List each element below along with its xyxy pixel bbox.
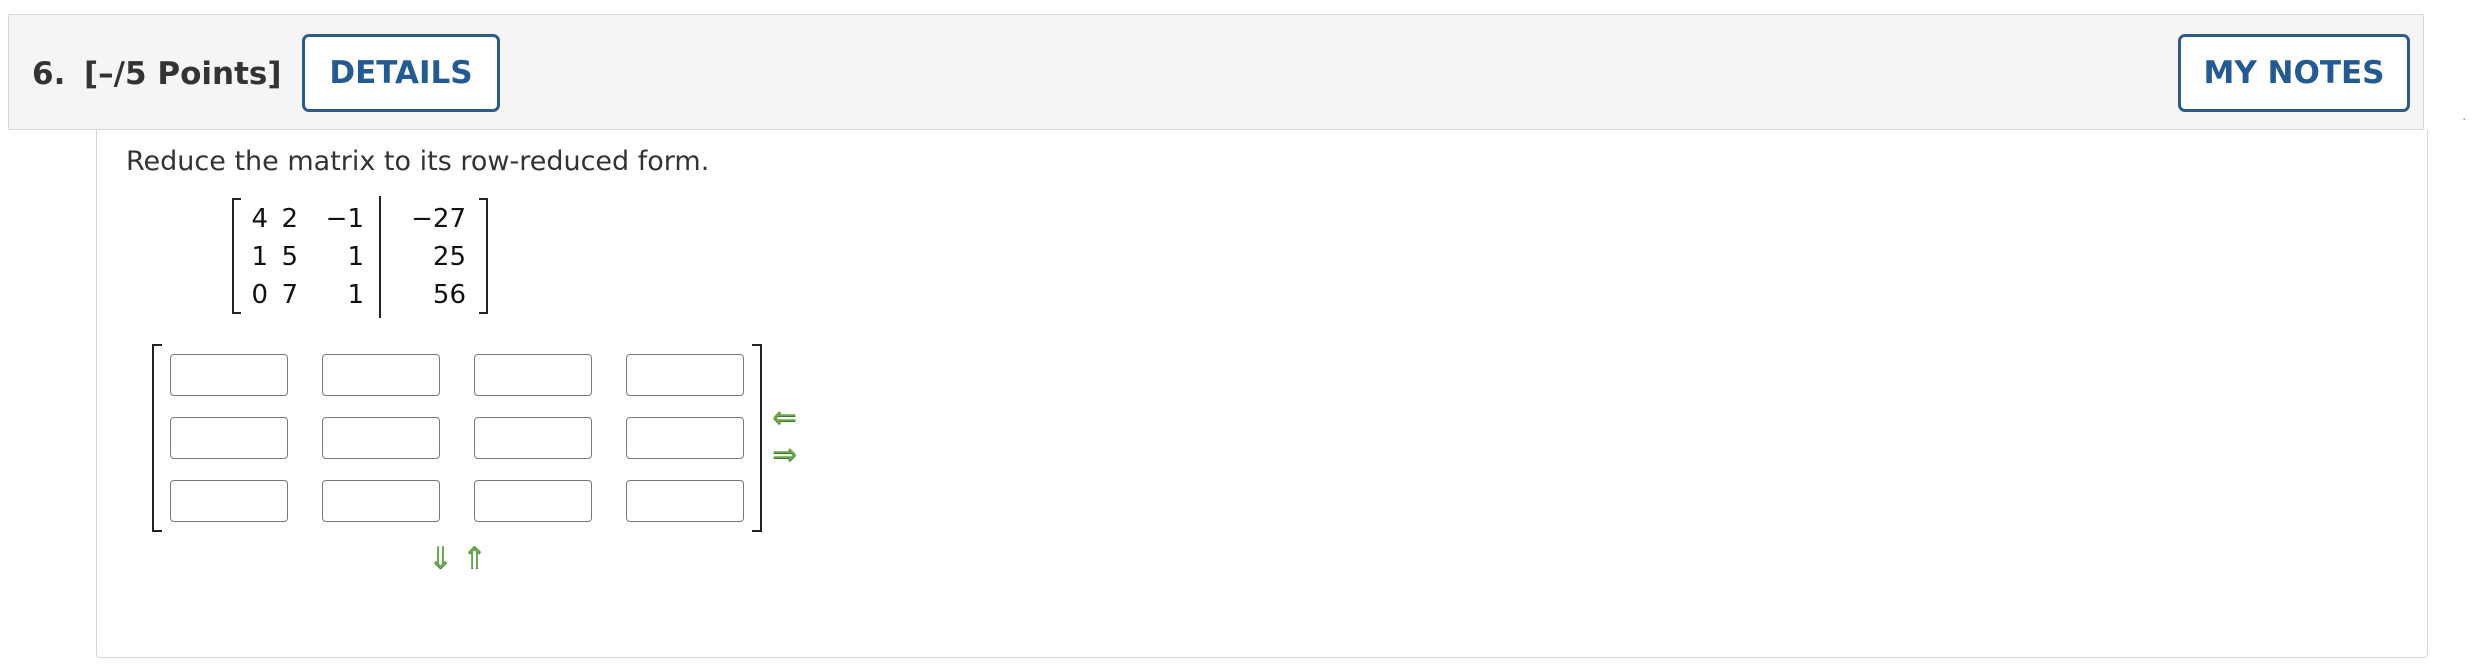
augment-divider bbox=[379, 196, 381, 318]
answer-cell-r3c4[interactable] bbox=[626, 480, 744, 522]
answer-matrix-left-bracket bbox=[152, 344, 162, 532]
question-number: 6. bbox=[32, 56, 66, 92]
arrow-right-icon[interactable]: ⇒ bbox=[772, 440, 797, 470]
answer-cell-r2c4[interactable] bbox=[626, 417, 744, 459]
answer-cell-r3c2[interactable] bbox=[322, 480, 440, 522]
answer-cell-r2c1[interactable] bbox=[170, 417, 288, 459]
answer-cell-r1c4[interactable] bbox=[626, 354, 744, 396]
my-notes-button[interactable]: MY NOTES bbox=[2178, 34, 2410, 112]
matrix-cell: 2 bbox=[281, 204, 298, 234]
answer-cell-r1c2[interactable] bbox=[322, 354, 440, 396]
matrix-cell: 7 bbox=[281, 280, 298, 310]
matrix-cell: 25 bbox=[432, 242, 466, 272]
arrow-left-icon[interactable]: ⇐ bbox=[772, 403, 797, 433]
question-points: [–/5 Points] bbox=[84, 56, 282, 92]
given-matrix: 4 2 −1 −27 1 5 1 25 0 7 1 56 bbox=[232, 196, 488, 318]
answer-matrix-right-bracket bbox=[752, 344, 762, 532]
answer-cell-r3c3[interactable] bbox=[474, 480, 592, 522]
matrix-cell: 1 bbox=[347, 242, 364, 272]
answer-cell-r3c1[interactable] bbox=[170, 480, 288, 522]
edge-artifact: · bbox=[2462, 112, 2467, 128]
arrow-down-icon[interactable]: ⇓ bbox=[428, 544, 453, 574]
question-prompt: Reduce the matrix to its row-reduced for… bbox=[126, 146, 710, 177]
details-button[interactable]: DETAILS bbox=[302, 34, 500, 112]
arrow-up-icon[interactable]: ⇑ bbox=[462, 544, 487, 574]
matrix-cell: 56 bbox=[432, 280, 466, 310]
answer-cell-r1c1[interactable] bbox=[170, 354, 288, 396]
matrix-cell: 5 bbox=[281, 242, 298, 272]
matrix-cell: 1 bbox=[347, 280, 364, 310]
answer-cell-r2c3[interactable] bbox=[474, 417, 592, 459]
answer-cell-r1c3[interactable] bbox=[474, 354, 592, 396]
matrix-cell: −1 bbox=[325, 204, 364, 234]
answer-cell-r2c2[interactable] bbox=[322, 417, 440, 459]
matrix-cell: −27 bbox=[411, 204, 466, 234]
matrix-right-bracket bbox=[479, 198, 488, 314]
